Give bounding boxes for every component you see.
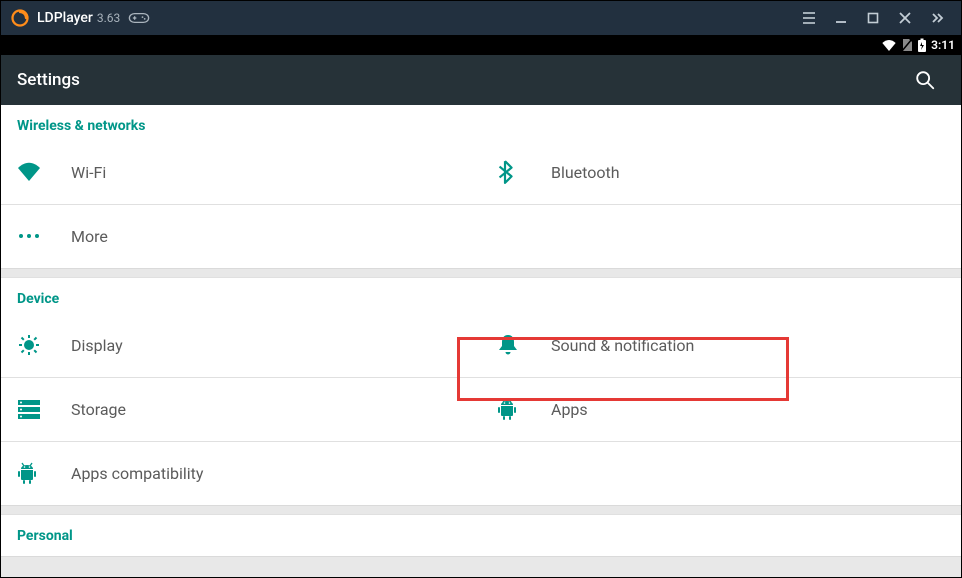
settings-item-label: Sound & notification [551, 336, 694, 355]
status-time: 3:11 [931, 38, 955, 52]
empty-cell [481, 441, 961, 505]
settings-item-label: Wi-Fi [71, 163, 106, 182]
settings-item-sound[interactable]: Sound & notification [481, 313, 961, 377]
wifi-icon [881, 39, 897, 51]
section-header-device: Device [1, 278, 961, 313]
app-logo-icon [11, 9, 29, 27]
settings-item-label: More [71, 227, 108, 246]
battery-charging-icon [917, 38, 927, 52]
section-personal: Personal [1, 515, 961, 556]
settings-item-storage[interactable]: Storage [1, 377, 481, 441]
settings-item-display[interactable]: Display [1, 313, 481, 377]
empty-cell [481, 204, 961, 268]
page-title: Settings [17, 70, 80, 90]
app-name: LDPlayer [37, 10, 93, 26]
settings-item-bluetooth[interactable]: Bluetooth [481, 140, 961, 204]
no-sim-icon [901, 38, 913, 52]
app-version: 3.63 [97, 11, 120, 25]
settings-item-label: Storage [71, 400, 126, 419]
close-button[interactable] [889, 1, 921, 35]
settings-item-label: Display [71, 336, 123, 355]
bluetooth-icon [497, 160, 537, 184]
settings-item-more[interactable]: More [1, 204, 481, 268]
expand-button[interactable] [921, 1, 953, 35]
menu-button[interactable] [793, 1, 825, 35]
settings-item-wifi[interactable]: Wi-Fi [1, 140, 481, 204]
android-icon [17, 462, 57, 484]
settings-item-label: Apps compatibility [71, 464, 203, 483]
settings-item-apps[interactable]: Apps [481, 377, 961, 441]
section-device: Device Display Sound & notification Stor… [1, 278, 961, 505]
gamepad-icon [128, 11, 150, 25]
window-titlebar: LDPlayer 3.63 [1, 1, 961, 35]
minimize-button[interactable] [825, 1, 857, 35]
settings-item-label: Bluetooth [551, 163, 620, 182]
maximize-button[interactable] [857, 1, 889, 35]
section-header-wireless: Wireless & networks [1, 105, 961, 140]
settings-content: Wireless & networks Wi-Fi Bluetooth More [1, 105, 961, 577]
settings-appbar: Settings [1, 55, 961, 105]
wifi-icon [17, 162, 57, 182]
section-wireless: Wireless & networks Wi-Fi Bluetooth More [1, 105, 961, 268]
bell-icon [497, 333, 537, 357]
android-status-bar: 3:11 [1, 35, 961, 55]
settings-item-label: Apps [551, 400, 588, 419]
section-header-personal: Personal [1, 515, 961, 556]
android-icon [497, 398, 537, 420]
settings-item-apps-compatibility[interactable]: Apps compatibility [1, 441, 481, 505]
more-icon [17, 232, 57, 240]
display-icon [17, 333, 57, 357]
storage-icon [17, 399, 57, 419]
search-button[interactable] [905, 60, 945, 100]
